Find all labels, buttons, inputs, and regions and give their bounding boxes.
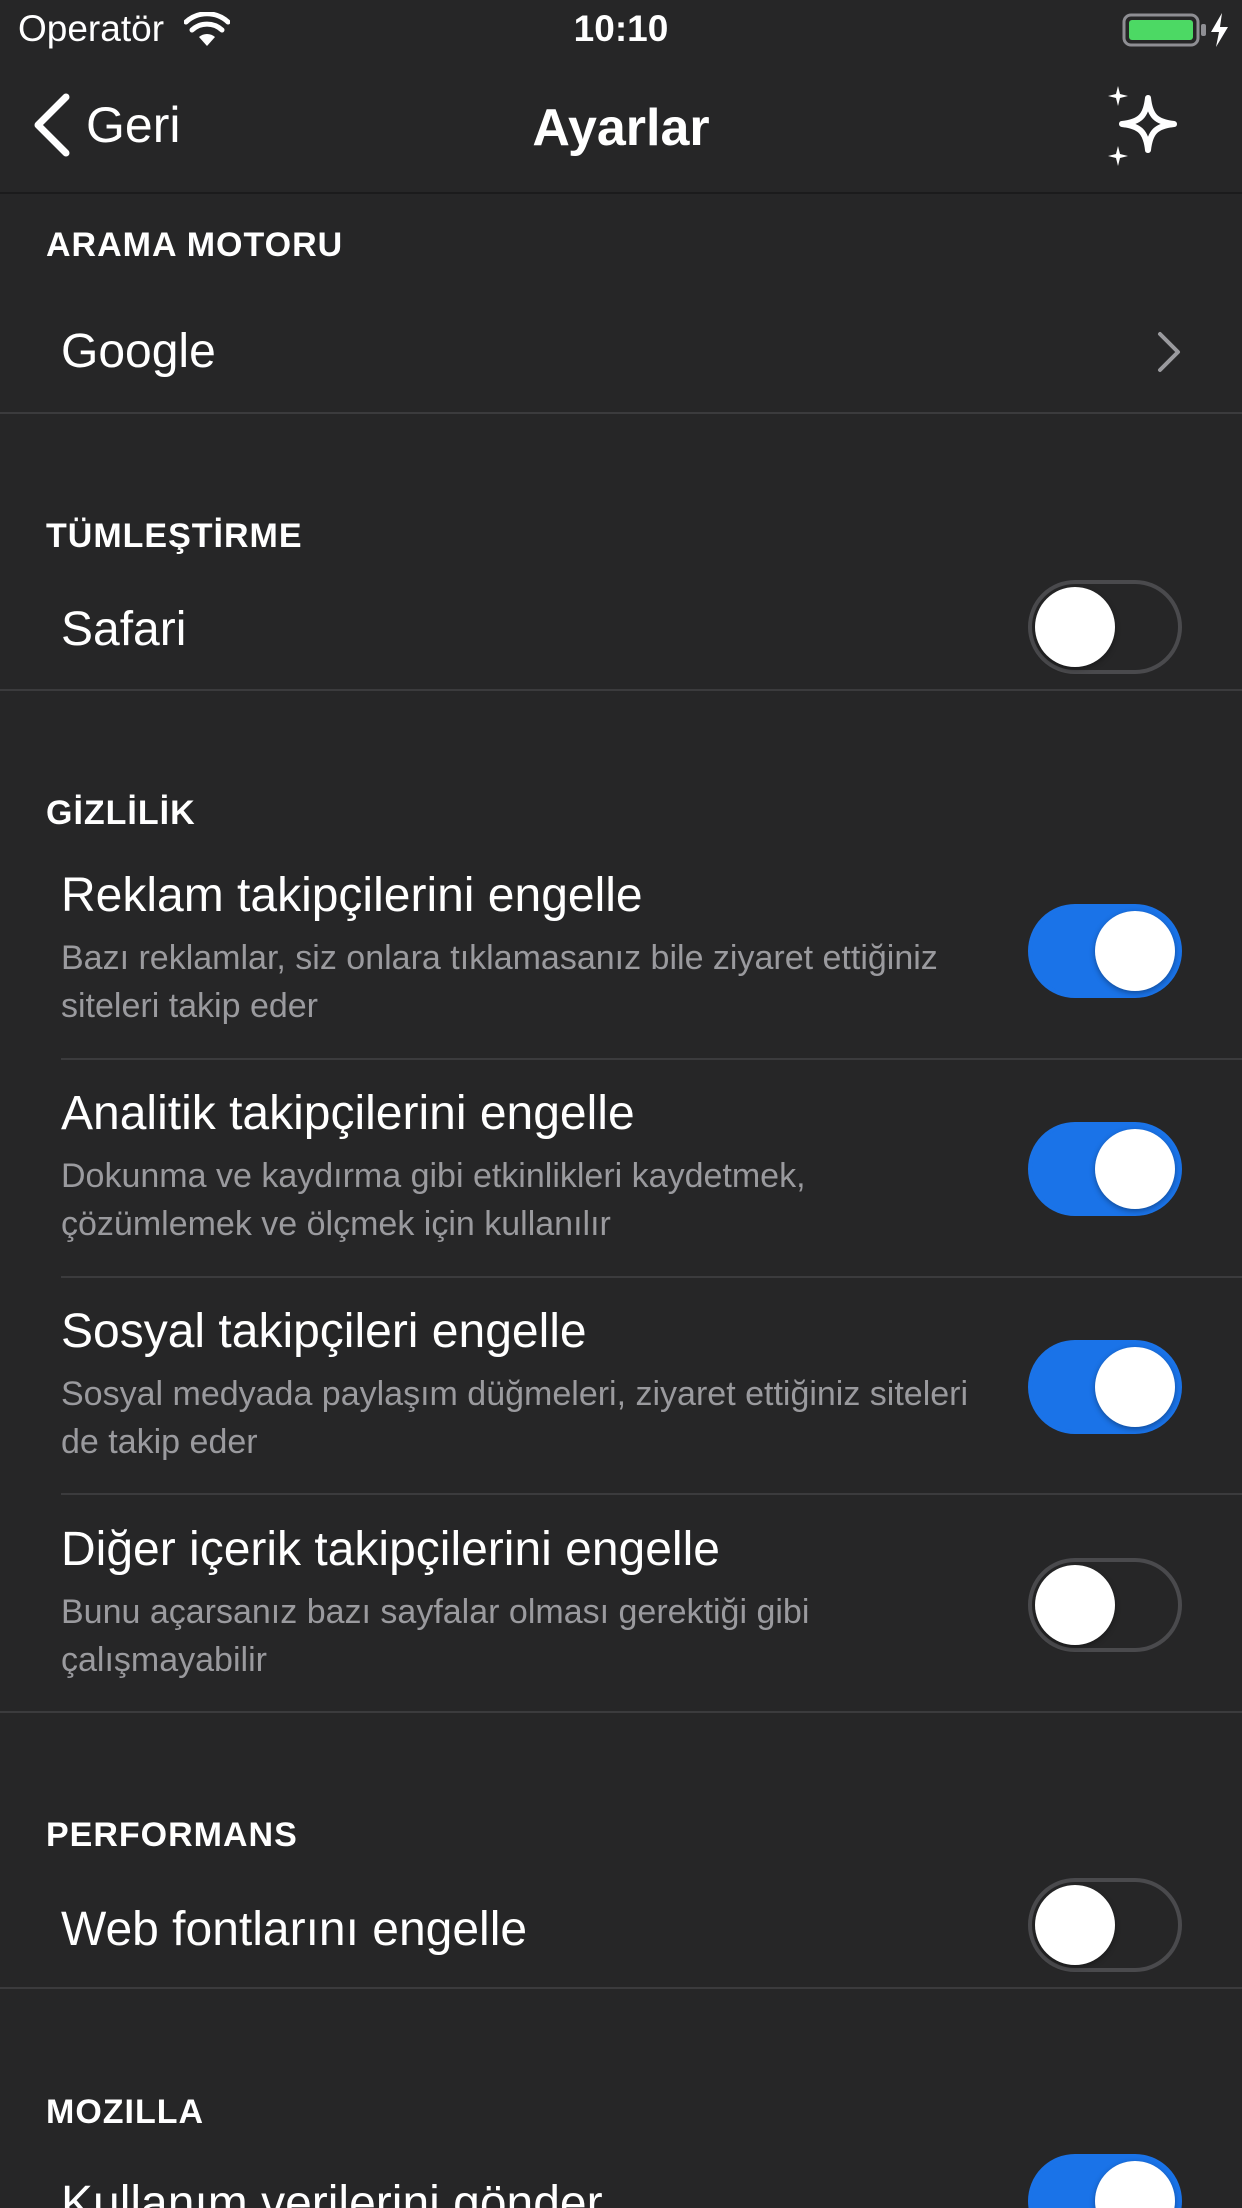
sparkle-icon[interactable] [1104,84,1188,168]
section-header-integration: TÜMLEŞTİRME [46,517,303,555]
block-analytics-trackers-label: Analitik takipçilerini engelle [61,1087,635,1140]
section-header-performance: PERFORMANS [46,1816,298,1854]
block-analytics-trackers-toggle[interactable] [1028,1122,1182,1216]
block-web-fonts-toggle[interactable] [1028,1878,1182,1972]
row-separator [61,1276,1242,1278]
block-social-trackers-row: Sosyal takipçileri engelle Sosyal medyad… [0,1292,1242,1494]
search-engine-row[interactable]: Google [0,294,1242,412]
toggle-knob [1035,1565,1115,1645]
send-usage-data-toggle[interactable] [1028,2154,1182,2208]
search-engine-value: Google [61,325,216,378]
block-ad-trackers-row: Reklam takipçilerini engelle Bazı reklam… [0,856,1242,1058]
block-ad-trackers-toggle[interactable] [1028,904,1182,998]
block-web-fonts-label: Web fontlarını engelle [61,1903,528,1956]
toggle-knob [1035,587,1115,667]
section-separator [0,689,1242,691]
send-usage-data-label: Kullanım verilerini gönder [61,2177,603,2208]
page-title: Ayarlar [532,99,710,157]
row-separator [61,1058,1242,1060]
safari-label: Safari [61,603,187,656]
block-content-trackers-description: Bunu açarsanız bazı sayfalar olması gere… [61,1593,810,1679]
block-social-trackers-description: Sosyal medyada paylaşım düğmeleri, ziyar… [61,1375,969,1461]
toggle-knob [1095,2161,1175,2208]
block-ad-trackers-label: Reklam takipçilerini engelle [61,869,643,922]
chevron-right-icon [1158,332,1180,372]
status-clock: 10:10 [573,8,669,49]
section-header-search-engine: ARAMA MOTORU [46,226,344,264]
block-social-trackers-label: Sosyal takipçileri engelle [61,1305,587,1358]
toggle-knob [1095,1347,1175,1427]
status-bar: Operatör 10:10 [0,0,1242,60]
battery-charging-icon [1122,13,1228,47]
toggle-knob [1095,1129,1175,1209]
toggle-knob [1095,911,1175,991]
safari-row: Safari [0,574,1242,690]
row-separator [61,1493,1242,1495]
safari-toggle[interactable] [1028,580,1182,674]
navigation-bar: Geri Ayarlar [0,60,1242,194]
section-separator [0,1711,1242,1713]
block-content-trackers-label: Diğer içerik takipçilerini engelle [61,1523,720,1576]
block-ad-trackers-description: Bazı reklamlar, siz onlara tıklamasanız … [61,939,938,1025]
toggle-knob [1035,1885,1115,1965]
block-analytics-trackers-row: Analitik takipçilerini engelle Dokunma v… [0,1074,1242,1276]
block-social-trackers-toggle[interactable] [1028,1340,1182,1434]
block-analytics-trackers-description: Dokunma ve kaydırma gibi etkinlikleri ka… [61,1157,806,1243]
section-header-mozilla: MOZILLA [46,2093,205,2131]
section-separator [0,1987,1242,1989]
block-web-fonts-row: Web fontlarını engelle [0,1874,1242,1990]
block-content-trackers-row: Diğer içerik takipçilerini engelle Bunu … [0,1510,1242,1712]
section-header-privacy: GİZLİLİK [46,794,196,832]
block-content-trackers-toggle[interactable] [1028,1558,1182,1652]
section-separator [0,412,1242,414]
send-usage-data-row: Kullanım verilerini gönder [0,2150,1242,2208]
